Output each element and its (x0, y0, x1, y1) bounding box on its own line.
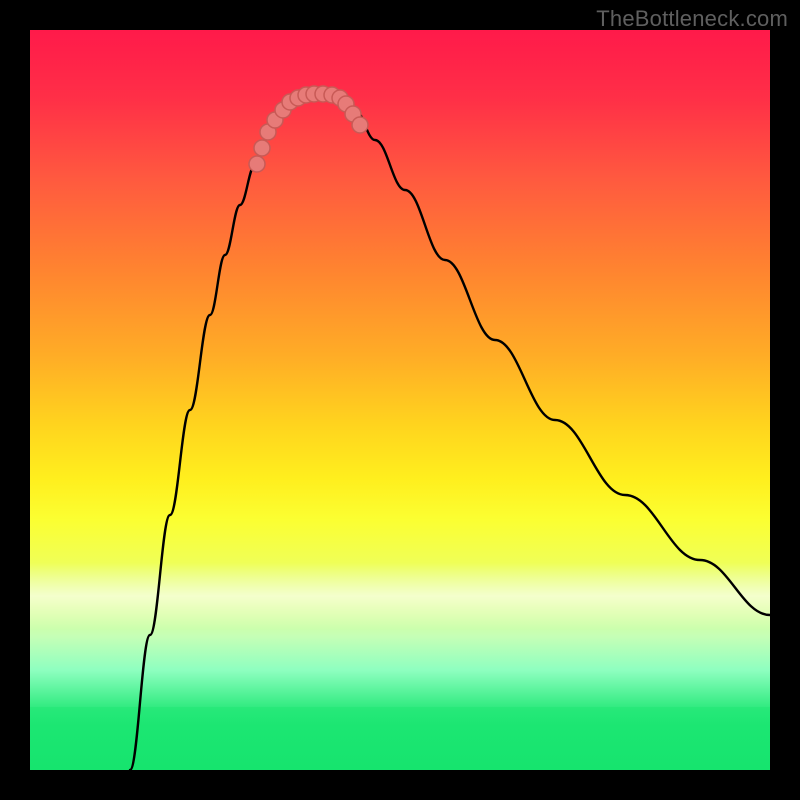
data-marker (352, 117, 368, 133)
curve-layer (30, 30, 770, 770)
watermark-text: TheBottleneck.com (596, 6, 788, 32)
curve-right-branch (342, 95, 770, 615)
data-marker (254, 140, 270, 156)
chart-frame: TheBottleneck.com (0, 0, 800, 800)
data-marker (249, 156, 265, 172)
curve-left-branch (130, 95, 292, 770)
marker-cluster-left (249, 86, 340, 172)
marker-cluster-right (332, 90, 368, 133)
plot-area (30, 30, 770, 770)
